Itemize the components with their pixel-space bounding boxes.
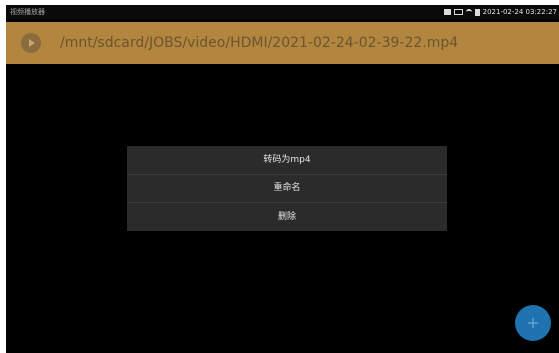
context-menu: 转码为mp4 重命名 删除: [127, 146, 447, 231]
play-button[interactable]: [21, 33, 41, 53]
notification-icon: [443, 9, 451, 15]
path-bar: /mnt/sdcard/JOBS/video/HDMI/2021-02-24-0…: [6, 22, 559, 64]
menu-item-rename[interactable]: 重命名: [127, 174, 447, 202]
status-bar: 视频播放器 2021-02-24 03:22:27: [6, 5, 559, 19]
add-button[interactable]: [515, 305, 551, 341]
status-datetime: 2021-02-24 03:22:27: [482, 8, 557, 16]
plus-icon: [528, 318, 538, 328]
app-screen: 视频播放器 2021-02-24 03:22:27 /mnt/sdcard/JO…: [6, 5, 559, 353]
status-app-title: 视频播放器: [10, 8, 45, 16]
monitor-icon: [453, 9, 463, 15]
battery-icon: [474, 8, 480, 16]
status-icons: 2021-02-24 03:22:27: [443, 5, 557, 19]
menu-item-convert-mp4[interactable]: 转码为mp4: [127, 146, 447, 174]
play-circle-icon: [29, 39, 35, 47]
wifi-icon: [465, 9, 472, 15]
menu-item-delete[interactable]: 删除: [127, 203, 447, 231]
file-path: /mnt/sdcard/JOBS/video/HDMI/2021-02-24-0…: [60, 35, 459, 51]
